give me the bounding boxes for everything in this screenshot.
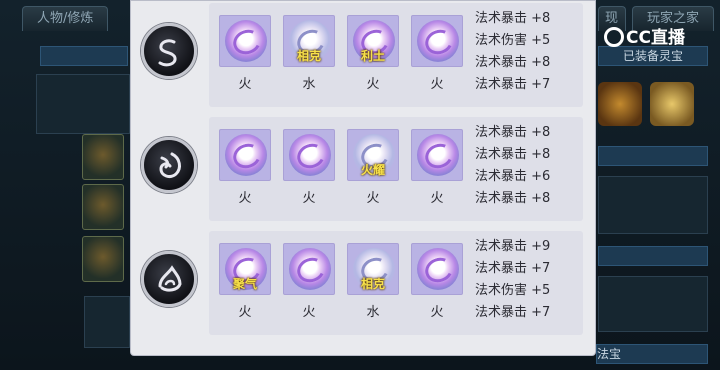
gem-slot[interactable] [283, 129, 335, 181]
gem-slot[interactable]: 利土 [347, 15, 399, 67]
gem-element-label: 水 [302, 77, 316, 92]
stat-line: 法术暴击 +8 [475, 125, 551, 140]
flame-swirl-icon [159, 152, 181, 178]
bar-label: 法宝 [597, 347, 622, 361]
cc-logo-icon [604, 27, 624, 47]
tab-label: 玩家之家 [647, 11, 700, 26]
gem-tag: 利土 [360, 49, 385, 63]
gem-slot[interactable] [411, 243, 463, 295]
gem-element-label: 火 [430, 77, 444, 92]
gem-slot[interactable] [283, 243, 335, 295]
right-bar-3 [598, 246, 708, 266]
spirit-gem-icon [417, 248, 459, 290]
gem-slot[interactable]: 相克 [347, 243, 399, 295]
stat-list: 法术暴击 +8 法术暴击 +8 法术暴击 +6 法术暴击 +8 [475, 122, 575, 210]
gem-group-row: 火 火 火耀火 火 法术暴击 +8 法术暴击 +8 法术暴击 +6 法术暴击 +8 [131, 117, 597, 227]
stat-list: 法术暴击 +9 法术暴击 +7 法术伤害 +5 法术暴击 +7 [475, 236, 575, 324]
gem-slot[interactable] [411, 15, 463, 67]
right-bar-2 [598, 146, 708, 166]
equip-slot[interactable] [82, 236, 124, 282]
gem-slot[interactable] [219, 129, 271, 181]
spirit-gem-icon [289, 134, 331, 176]
stat-line: 法术暴击 +8 [475, 11, 551, 26]
gem-element-label: 火 [430, 191, 444, 206]
gem-card: 火 相克水 利土火 火 法术暴击 +8 法术伤害 +5 法术暴击 +8 法术暴击 +7 [209, 3, 583, 107]
stat-line: 法术暴击 +8 [475, 55, 551, 70]
stat-line: 法术暴击 +9 [475, 239, 551, 254]
equip-slot[interactable] [82, 184, 124, 230]
gem-element-label: 火 [302, 305, 316, 320]
spirit-gem-icon [225, 20, 267, 62]
equip-slot[interactable] [82, 134, 124, 180]
s-swirl-icon [141, 23, 197, 79]
spirit-gem-icon [289, 248, 331, 290]
watermark-text: CC直播 [626, 28, 685, 48]
gem-tag: 相克 [296, 49, 321, 63]
gem-tag: 相克 [360, 277, 385, 291]
tab-label: 人物/修炼 [37, 11, 94, 26]
right-panel-2 [598, 276, 708, 332]
scroll-item-icon[interactable] [650, 82, 694, 126]
stat-line: 法术暴击 +7 [475, 77, 551, 92]
right-panel [598, 176, 708, 234]
flame-swirl-icon [141, 137, 197, 193]
gem-tag: 聚气 [232, 277, 257, 291]
gem-detail-popup: 火相克水利土火火法术暴击 +8 法术伤害 +5 法术暴击 +8 法术暴击 +7 火火火耀… [130, 0, 596, 356]
gem-slot[interactable] [219, 15, 271, 67]
gem-card: 聚气火 火 相克水 火 法术暴击 +9 法术暴击 +7 法术伤害 +5 法术暴击 +7 [209, 231, 583, 335]
gem-element-label: 火 [430, 305, 444, 320]
left-bottom-panel [84, 296, 130, 348]
gem-element-label: 火 [238, 77, 252, 92]
gem-card: 火 火 火耀火 火 法术暴击 +8 法术暴击 +8 法术暴击 +6 法术暴击 +8 [209, 117, 583, 221]
bar-label: 已装备灵宝 [622, 49, 683, 63]
stat-line: 法术暴击 +8 [475, 191, 551, 206]
gem-element-label: 水 [366, 305, 380, 320]
spirit-gem-icon [417, 134, 459, 176]
gem-element-label: 火 [366, 77, 380, 92]
gem-group-row: 聚气火 火 相克水 火 法术暴击 +9 法术暴击 +7 法术伤害 +5 法术暴击 +7 [131, 231, 597, 341]
gem-slot[interactable]: 火耀 [347, 129, 399, 181]
gem-slot[interactable]: 聚气 [219, 243, 271, 295]
gem-element-label: 火 [366, 191, 380, 206]
gem-group-row: 火 相克水 利土火 火 法术暴击 +8 法术伤害 +5 法术暴击 +8 法术暴击 +7 [131, 3, 597, 113]
stat-line: 法术暴击 +7 [475, 261, 551, 276]
treasure-header-bar: 法宝 [596, 344, 708, 364]
cauldron-item-icon[interactable] [598, 82, 642, 126]
stat-line: 法术伤害 +5 [475, 283, 551, 298]
gem-tag: 火耀 [360, 163, 385, 177]
gem-element-label: 火 [302, 191, 316, 206]
s-swirl-icon [158, 39, 177, 67]
drop-swirl-icon [141, 251, 197, 307]
left-header-bar [40, 46, 128, 66]
stat-line: 法术暴击 +8 [475, 147, 551, 162]
drop-swirl-icon [158, 265, 182, 292]
spirit-gem-icon [417, 20, 459, 62]
gem-element-label: 火 [238, 305, 252, 320]
tab-character[interactable]: 人物/修炼 [22, 6, 109, 31]
tab-label: 现 [605, 11, 619, 26]
stat-line: 法术暴击 +6 [475, 169, 551, 184]
gem-slot[interactable] [411, 129, 463, 181]
left-panel [36, 74, 130, 134]
stat-list: 法术暴击 +8 法术伤害 +5 法术暴击 +8 法术暴击 +7 [475, 8, 575, 96]
gem-slot[interactable]: 相克 [283, 15, 335, 67]
spirit-gem-icon [225, 134, 267, 176]
cc-live-watermark: CC直播 [604, 26, 685, 50]
gem-element-label: 火 [238, 191, 252, 206]
stat-line: 法术伤害 +5 [475, 33, 551, 48]
stat-line: 法术暴击 +7 [475, 305, 551, 320]
